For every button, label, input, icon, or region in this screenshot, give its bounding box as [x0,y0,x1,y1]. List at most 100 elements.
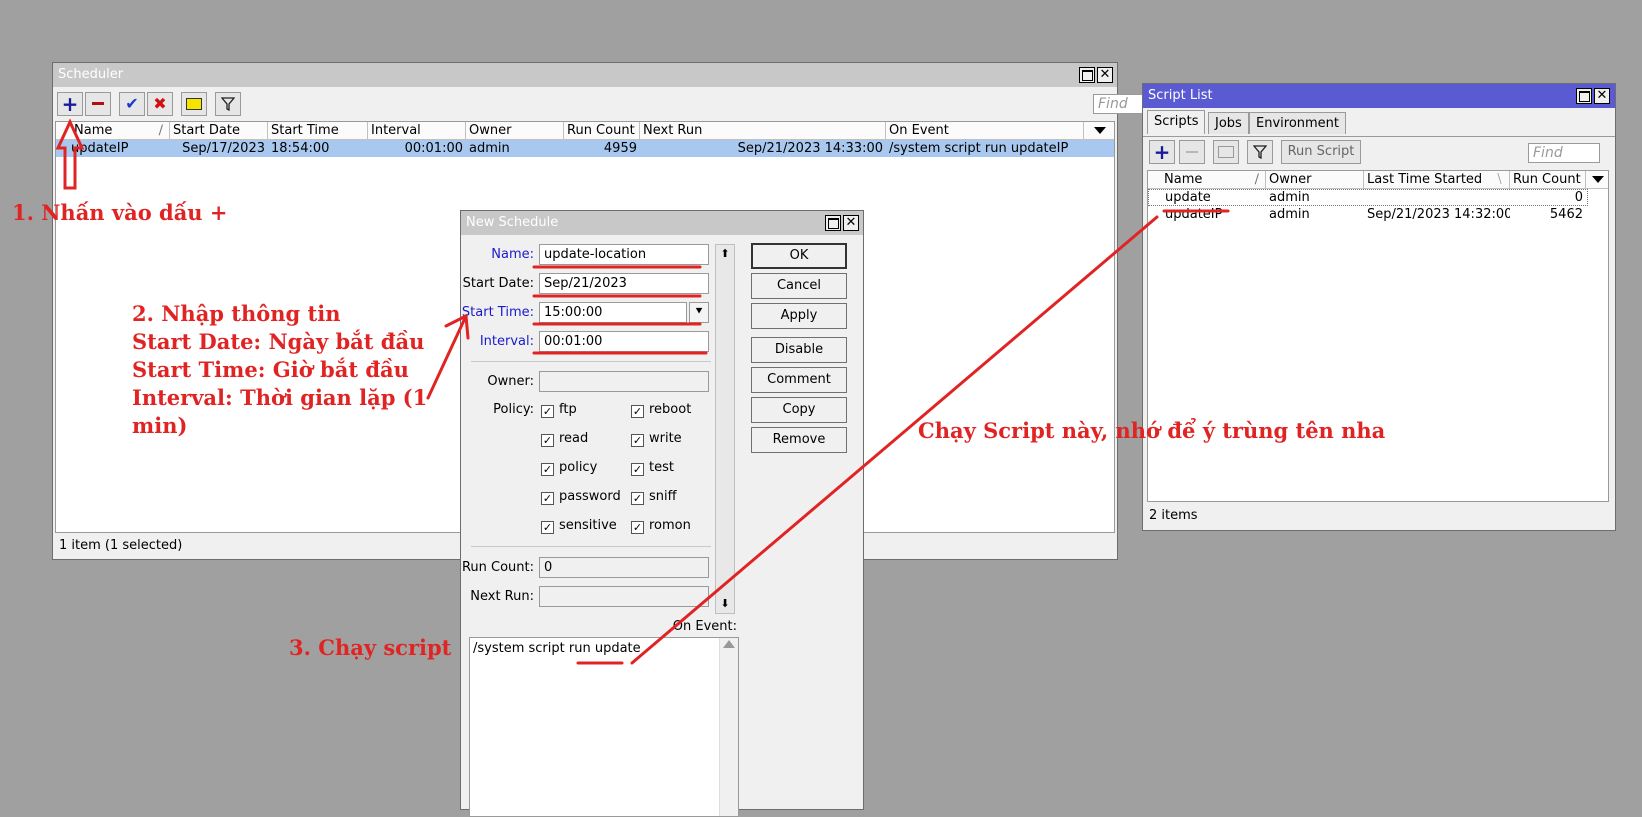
policy-password-checkbox[interactable]: ✓ password [541,489,621,505]
comment-icon [186,97,202,110]
enable-button[interactable]: ✔ [119,92,145,116]
annotation-note: Chạy Script này, nhớ để ý trùng tên nha [918,418,1386,443]
annotation-step1: 1. Nhấn vào dấu + [12,200,228,225]
tab-environment[interactable]: Environment [1249,112,1347,134]
tab-scripts[interactable]: Scripts [1147,110,1206,134]
table-row[interactable]: update admin 0 [1148,189,1588,206]
remove-icon [1186,150,1198,153]
policy-read-checkbox[interactable]: ✓ read [541,431,588,447]
window-title: Scheduler [58,67,124,82]
scroll-up-icon[interactable] [723,640,735,648]
policy-ftp-checkbox[interactable]: ✓ ftp [541,402,577,418]
owner-field[interactable] [539,371,709,392]
apply-button[interactable]: Apply [751,303,847,329]
filter-button[interactable] [1247,140,1273,164]
policy-write-checkbox[interactable]: ✓ write [631,431,682,447]
maximize-icon[interactable] [1079,67,1095,83]
cell-last-started [1364,189,1510,206]
column-header-next-run[interactable]: Next Run [640,122,886,140]
close-icon[interactable] [1097,67,1113,83]
scroll-down-icon[interactable]: ⬇ [716,595,734,613]
name-field[interactable]: update-location [539,244,709,265]
close-icon[interactable] [843,215,859,231]
policy-romon-checkbox[interactable]: ✓ romon [631,518,691,534]
remove-button[interactable] [1179,140,1205,164]
dropdown-icon [1093,127,1106,134]
column-header-run-count[interactable]: Run Count [1510,171,1586,189]
next-run-label: Next Run: [470,589,534,604]
column-header-owner[interactable]: Owner [466,122,564,140]
scripts-table: Name ∕ Owner Last Time Started ∖ Run Count… [1147,170,1609,502]
owner-label: Owner: [487,374,534,389]
scroll-up-icon[interactable]: ⬆ [716,245,734,263]
maximize-icon[interactable] [1576,88,1592,104]
name-label: Name: [491,247,534,262]
start-time-field[interactable]: 15:00:00 [539,302,687,323]
policy-reboot-checkbox[interactable]: ✓ reboot [631,402,691,418]
column-header-on-event[interactable]: On Event [886,122,1084,140]
section-divider [471,361,711,362]
table-row[interactable]: updateIP admin Sep/21/2023 14:32:00 5462 [1148,206,1588,223]
add-button[interactable]: + [57,92,83,116]
scheduler-titlebar[interactable]: Scheduler [53,63,1117,87]
policy-sniff-checkbox[interactable]: ✓ sniff [631,489,677,505]
on-event-text: /system script run update [473,641,641,656]
column-header-run-count[interactable]: Run Count [564,122,640,140]
column-header-name[interactable]: Name ∕ [56,122,170,140]
comment-button[interactable] [181,92,207,116]
find-input[interactable]: Find [1528,143,1600,163]
new-schedule-titlebar[interactable]: New Schedule [461,211,863,235]
add-button[interactable]: + [1149,140,1175,164]
disable-button[interactable]: Disable [751,337,847,363]
table-row[interactable]: updateIP Sep/17/2023 18:54:00 00:01:00 a… [56,140,1114,157]
column-header-last-time-started[interactable]: Last Time Started ∖ [1364,171,1510,189]
policy-policy-checkbox[interactable]: ✓ policy [541,460,597,476]
status-bar: 2 items [1149,508,1198,523]
filter-icon [220,96,236,111]
column-chooser[interactable] [1084,122,1114,140]
enable-icon: ✔ [125,94,139,113]
column-header-owner[interactable]: Owner [1266,171,1364,189]
status-bar: 1 item (1 selected) [59,538,183,553]
start-date-field[interactable]: Sep/21/2023 [539,273,709,294]
remove-button[interactable] [85,92,111,116]
comment-icon [1218,145,1234,158]
remove-button[interactable]: Remove [751,427,847,453]
annotation-step2-line: Start Date: Ngày bắt đầu [132,329,425,354]
start-time-dropdown[interactable]: ⯆ [689,302,709,323]
policy-sensitive-checkbox[interactable]: ✓ sensitive [541,518,617,534]
cancel-button[interactable]: Cancel [751,273,847,299]
start-time-label: Start Time: [461,305,534,320]
comment-button[interactable] [1213,140,1239,164]
disable-icon: ✖ [153,94,167,113]
copy-button[interactable]: Copy [751,397,847,423]
chevron-down-icon: ⯆ [694,304,704,318]
column-header-start-date[interactable]: Start Date [170,122,268,140]
column-header-start-time[interactable]: Start Time [268,122,368,140]
cell-name: updateIP [71,141,129,156]
maximize-icon[interactable] [825,215,841,231]
script-list-titlebar[interactable]: Script List [1143,84,1615,108]
annotation-step2-line: Interval: Thời gian lặp (1 [132,385,428,410]
cell-name: updateIP [1165,207,1223,222]
column-header-interval[interactable]: Interval [368,122,466,140]
cell-last-started: Sep/21/2023 14:32:00 [1367,207,1510,222]
close-icon[interactable] [1594,88,1610,104]
on-event-label: On Event: [672,619,737,634]
filter-button[interactable] [215,92,241,116]
editor-scrollbar[interactable] [719,638,738,816]
interval-field[interactable]: 00:01:00 [539,331,709,352]
form-scrollbar[interactable]: ⬆ ⬇ [715,244,735,614]
section-divider [471,546,711,547]
cell-on-event: /system script run updateIP [889,141,1069,156]
on-event-editor[interactable]: /system script run update [469,637,739,817]
run-script-button[interactable]: Run Script [1281,140,1361,164]
disable-button[interactable]: ✖ [147,92,173,116]
policy-test-checkbox[interactable]: ✓ test [631,460,674,476]
column-chooser[interactable] [1586,171,1608,189]
column-header-name[interactable]: Name ∕ [1148,171,1266,189]
ok-button[interactable]: OK [751,243,847,269]
comment-button[interactable]: Comment [751,367,847,393]
cell-owner: admin [1269,207,1310,222]
tab-jobs[interactable]: Jobs [1208,112,1249,134]
